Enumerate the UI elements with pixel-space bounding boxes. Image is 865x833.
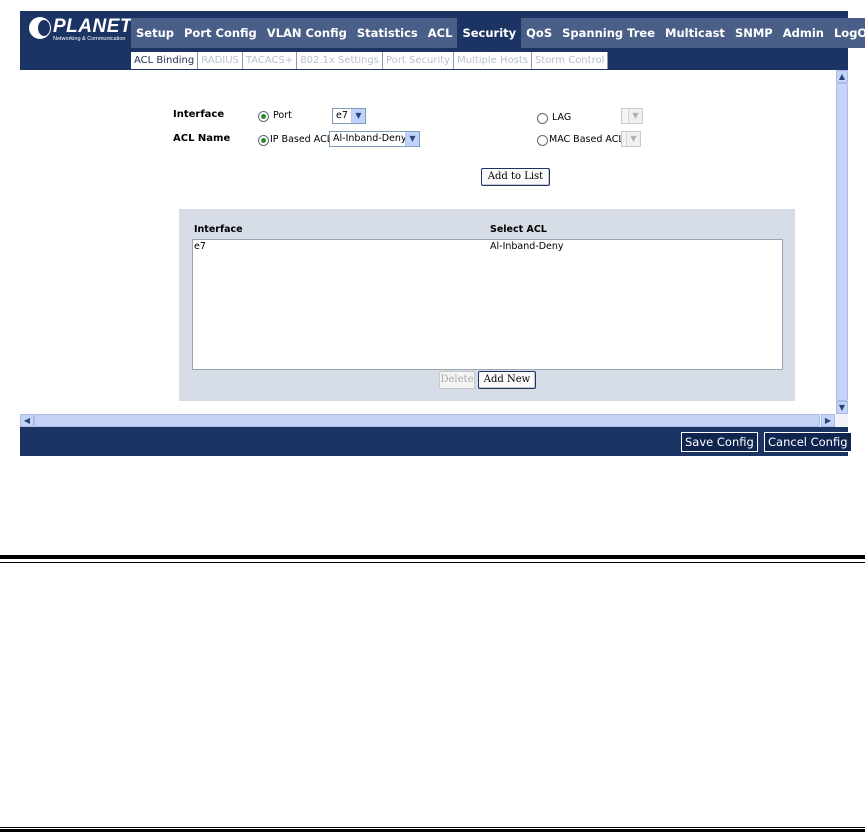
content-area: Interface Port e7 ▼ LAG ▼ ACL Name IP Ba… (20, 70, 836, 414)
acl-name-label: ACL Name (173, 133, 231, 144)
mac-acl-label: MAC Based ACL (549, 134, 624, 145)
horizontal-scrollbar[interactable]: ◀ ▶ (20, 414, 836, 427)
sub-nav: ACL Binding RADIUS TACACS+ 802.1x Settin… (131, 52, 609, 69)
nav-multicast[interactable]: Multicast (660, 18, 730, 48)
chevron-down-icon: ▼ (351, 109, 365, 123)
cancel-config-button[interactable]: Cancel Config (764, 432, 852, 452)
nav-acl[interactable]: ACL (423, 18, 458, 48)
horizontal-scroll-thumb[interactable] (34, 414, 820, 427)
subnav-multiple-hosts[interactable]: Multiple Hosts (454, 52, 532, 69)
port-label: Port (273, 110, 292, 121)
subnav-port-security[interactable]: Port Security (383, 52, 455, 69)
divider-bottom-thin (0, 827, 865, 828)
subnav-radius[interactable]: RADIUS (198, 52, 243, 69)
acl-binding-panel: Interface Select ACL e7 Al-Inband-Deny D… (179, 209, 795, 401)
subnav-storm-control[interactable]: Storm Control (532, 52, 609, 69)
add-new-button[interactable]: Add New (478, 371, 536, 389)
interface-label: Interface (173, 109, 225, 120)
divider-top-thin (0, 562, 865, 563)
subnav-8021x-settings[interactable]: 802.1x Settings (297, 52, 383, 69)
logo-mark-icon (29, 17, 51, 39)
divider-top (0, 555, 865, 559)
scrollbar-corner (836, 414, 848, 427)
lag-select[interactable]: ▼ (621, 108, 643, 124)
nav-security[interactable]: Security (457, 18, 522, 48)
nav-vlan-config[interactable]: VLAN Config (262, 18, 352, 48)
scroll-up-icon[interactable]: ▲ (836, 70, 848, 83)
binding-list: e7 Al-Inband-Deny (192, 239, 783, 370)
header-bar: PLANET Networking & Communication Setup … (20, 11, 865, 70)
footer-bar: Save Config Cancel Config (20, 427, 852, 456)
ip-acl-select-value: Al-Inband-Deny (333, 133, 407, 144)
nav-setup[interactable]: Setup (131, 18, 179, 48)
row-interface: e7 (194, 241, 206, 252)
nav-port-config[interactable]: Port Config (179, 18, 262, 48)
nav-logout[interactable]: LogOut (829, 18, 865, 48)
logo-tagline: Networking & Communication (53, 36, 126, 42)
port-select[interactable]: e7 ▼ (332, 108, 366, 124)
lag-label: LAG (552, 112, 572, 123)
mac-acl-select[interactable]: ▼ (621, 131, 641, 147)
col-header-select-acl: Select ACL (490, 224, 547, 235)
nav-admin[interactable]: Admin (778, 18, 829, 48)
nav-snmp[interactable]: SNMP (730, 18, 778, 48)
nav-statistics[interactable]: Statistics (352, 18, 423, 48)
vertical-scrollbar[interactable]: ▲ ▼ (836, 70, 848, 414)
mac-acl-radio[interactable] (537, 135, 548, 146)
scroll-left-icon[interactable]: ◀ (20, 414, 34, 427)
chevron-down-icon: ▼ (405, 132, 419, 146)
port-radio[interactable] (258, 111, 269, 122)
chevron-down-icon: ▼ (628, 109, 642, 123)
logo-brand: PLANET (53, 16, 132, 37)
web-ui-window: PLANET Networking & Communication Setup … (20, 11, 865, 456)
col-header-interface: Interface (194, 224, 243, 235)
nav-qos[interactable]: QoS (521, 18, 557, 48)
chevron-down-icon: ▼ (626, 132, 640, 146)
lag-radio[interactable] (537, 113, 548, 124)
delete-button[interactable]: Delete (439, 371, 475, 389)
list-item[interactable]: e7 Al-Inband-Deny (193, 241, 782, 255)
add-to-list-button[interactable]: Add to List (481, 168, 550, 186)
scroll-down-icon[interactable]: ▼ (836, 401, 848, 414)
main-nav: Setup Port Config VLAN Config Statistics… (131, 18, 865, 48)
divider-bottom (0, 829, 865, 832)
row-acl: Al-Inband-Deny (490, 241, 564, 252)
vertical-scroll-thumb[interactable] (836, 83, 848, 401)
save-config-button[interactable]: Save Config (681, 432, 758, 452)
ip-acl-label: IP Based ACL (270, 134, 332, 145)
scroll-right-icon[interactable]: ▶ (821, 414, 835, 427)
planet-logo: PLANET Networking & Communication (29, 16, 137, 47)
nav-spanning-tree[interactable]: Spanning Tree (557, 18, 660, 48)
ip-acl-select[interactable]: Al-Inband-Deny ▼ (329, 131, 420, 147)
port-select-value: e7 (336, 110, 348, 121)
subnav-acl-binding[interactable]: ACL Binding (131, 52, 199, 69)
subnav-tacacs[interactable]: TACACS+ (243, 52, 298, 69)
ip-acl-radio[interactable] (258, 135, 269, 146)
